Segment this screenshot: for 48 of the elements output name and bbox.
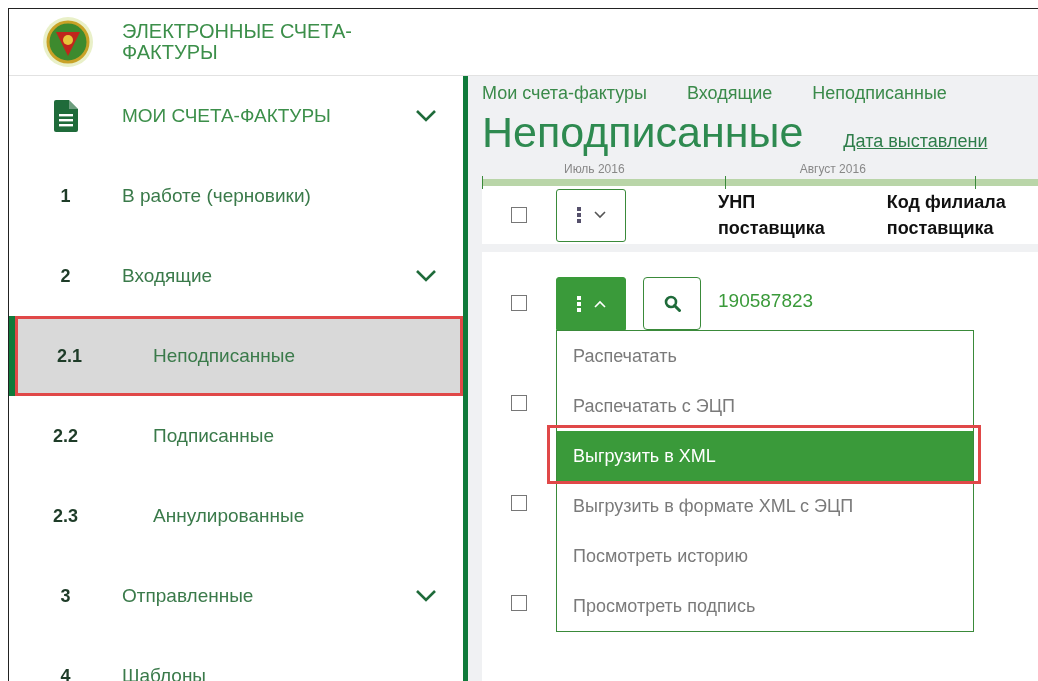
document-icon — [53, 100, 78, 132]
checkbox[interactable] — [511, 495, 527, 511]
item-number: 2.3 — [53, 505, 78, 527]
item-number: 1 — [60, 185, 71, 207]
breadcrumb-link[interactable]: Неподписанные — [812, 83, 947, 104]
chevron-down-icon — [415, 589, 437, 603]
month-label: Июль 2016 — [564, 162, 625, 178]
item-number: 2.1 — [57, 345, 82, 367]
more-icon — [576, 207, 582, 223]
breadcrumb-link[interactable]: Входящие — [687, 83, 773, 104]
item-number: 2.2 — [53, 425, 78, 447]
column-header: УНП поставщика — [718, 191, 826, 240]
page-title: Неподписанные — [482, 108, 804, 157]
sidebar-item[interactable]: 2 Входящие — [9, 236, 463, 316]
more-icon — [576, 295, 582, 312]
checkbox[interactable] — [511, 207, 527, 223]
menu-item[interactable]: Просмотреть подпись — [557, 581, 973, 631]
table-cell: 190587823 — [718, 290, 814, 312]
search-icon — [663, 295, 681, 312]
menu-item[interactable]: Распечатать с ЭЦП — [557, 381, 973, 431]
sidebar-item[interactable]: МОИ СЧЕТА-ФАКТУРЫ — [9, 76, 463, 156]
sidebar-item[interactable]: 2.1 Неподписанные — [9, 316, 463, 396]
checkbox[interactable] — [511, 395, 527, 411]
menu-item[interactable]: Распечатать — [557, 331, 973, 381]
sort-link[interactable]: Дата выставлени — [843, 131, 988, 152]
chevron-down-icon — [415, 269, 437, 283]
chevron-up-icon — [594, 299, 606, 308]
menu-item[interactable]: Посмотреть историю — [557, 531, 973, 581]
breadcrumb-link[interactable]: Мои счета-фактуры — [482, 83, 647, 104]
emblem-icon — [42, 16, 94, 68]
sidebar-item[interactable]: 2.2 Подписанные — [9, 396, 463, 476]
item-number: 4 — [60, 665, 71, 681]
actions-button[interactable] — [556, 188, 626, 242]
sidebar-item[interactable]: 1 В работе (черновики) — [9, 156, 463, 236]
item-number: 3 — [60, 585, 71, 607]
month-label: Август 2016 — [799, 162, 866, 178]
chevron-down-icon — [594, 211, 606, 219]
search-button[interactable] — [643, 277, 701, 330]
sidebar-item[interactable]: 3 Отправленные — [9, 556, 463, 636]
chevron-down-icon — [415, 109, 437, 123]
menu-item[interactable]: Выгрузить в формате XML с ЭЦП — [557, 481, 973, 531]
menu-item[interactable]: Выгрузить в XML — [557, 431, 973, 481]
checkbox[interactable] — [511, 295, 527, 311]
sidebar-item[interactable]: 2.3 Аннулированные — [9, 476, 463, 556]
column-header: Код филиала поставщика — [886, 191, 1007, 240]
checkbox[interactable] — [511, 595, 527, 611]
app-title: ЭЛЕКТРОННЫЕ СЧЕТА-ФАКТУРЫ — [122, 21, 353, 63]
item-number: 2 — [60, 265, 71, 287]
